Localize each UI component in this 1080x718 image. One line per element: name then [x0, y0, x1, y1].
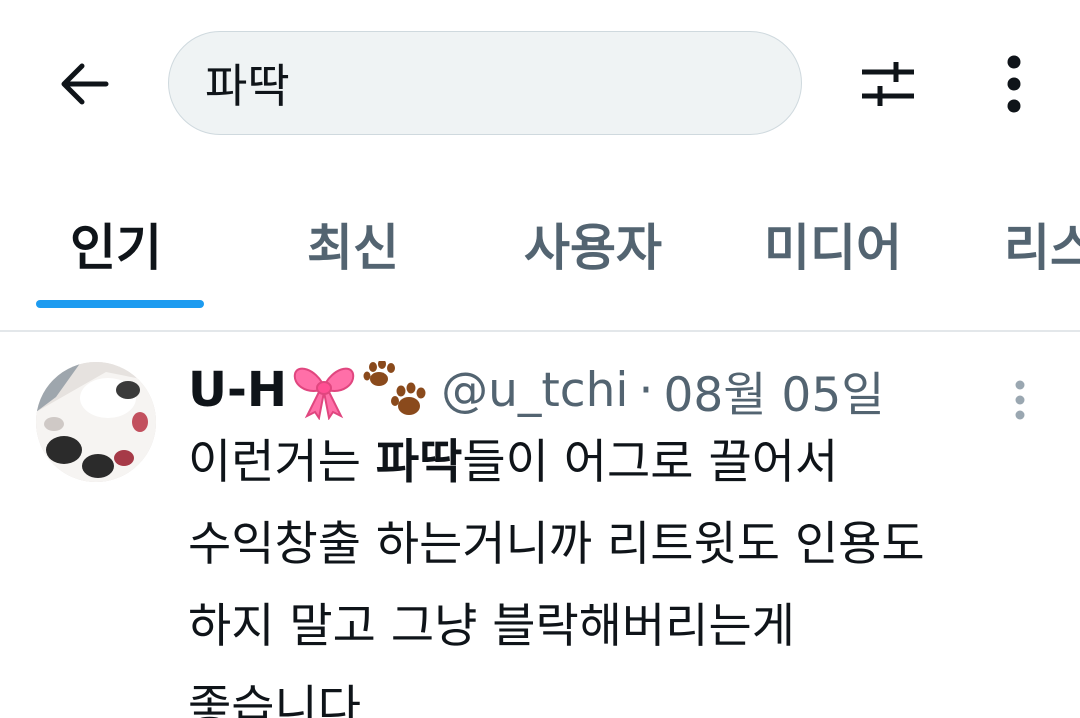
post-date[interactable]: 08월 05일 [663, 356, 884, 425]
tab-latest[interactable]: 최신 [307, 208, 399, 280]
search-tabs: 인기 최신 사용자 미디어 리스트 [0, 186, 1080, 312]
author-handle[interactable]: @u_tchi [441, 363, 628, 418]
post-text-line: 하지 말고 그냥 블락해버리는게 [188, 599, 795, 654]
tab-lists[interactable]: 리스트 [1004, 208, 1080, 280]
search-input[interactable]: 파딱 [168, 31, 802, 135]
post-header: U-H @u_tchi · 08월 05일 [188, 356, 884, 425]
author-display-name[interactable]: U-H [188, 362, 287, 418]
post-text: 이런거는 파딱들이 어그로 끌어서 수익창출 하는거니까 리트윗도 인용도 하지… [188, 422, 1068, 718]
avatar[interactable] [36, 362, 156, 482]
ribbon-emoji [291, 360, 357, 420]
search-term-highlight: 파딱 [375, 435, 463, 490]
paw-prints-emoji [361, 361, 427, 419]
post-text-line: 수익창출 하는거니까 리트윗도 인용도 [188, 517, 925, 572]
tab-people[interactable]: 사용자 [524, 208, 662, 280]
arrow-left-icon [61, 63, 109, 105]
back-button[interactable] [52, 52, 116, 116]
post-item[interactable]: U-H @u_tchi · 08월 05일 이런거는 파딱들이 어그로 끌어서 … [0, 332, 1080, 718]
tab-popular[interactable]: 인기 [70, 208, 162, 280]
search-filter-button[interactable] [852, 48, 924, 120]
search-results-screen: 파딱 인기 최신 사용자 미디어 리스트 [0, 0, 1080, 718]
search-query: 파딱 [205, 59, 290, 113]
sliders-icon [862, 62, 914, 106]
avatar-image [36, 362, 156, 482]
post-text-line: 이런거는 파딱들이 어그로 끌어서 [188, 435, 839, 490]
post-text-line: 좋습니다 [188, 681, 361, 718]
more-vertical-icon [1015, 380, 1025, 420]
tab-media[interactable]: 미디어 [764, 208, 902, 280]
more-vertical-icon [1007, 55, 1021, 113]
more-options-button[interactable] [980, 48, 1048, 120]
active-tab-indicator [36, 300, 204, 308]
header-separator: · [638, 362, 654, 418]
